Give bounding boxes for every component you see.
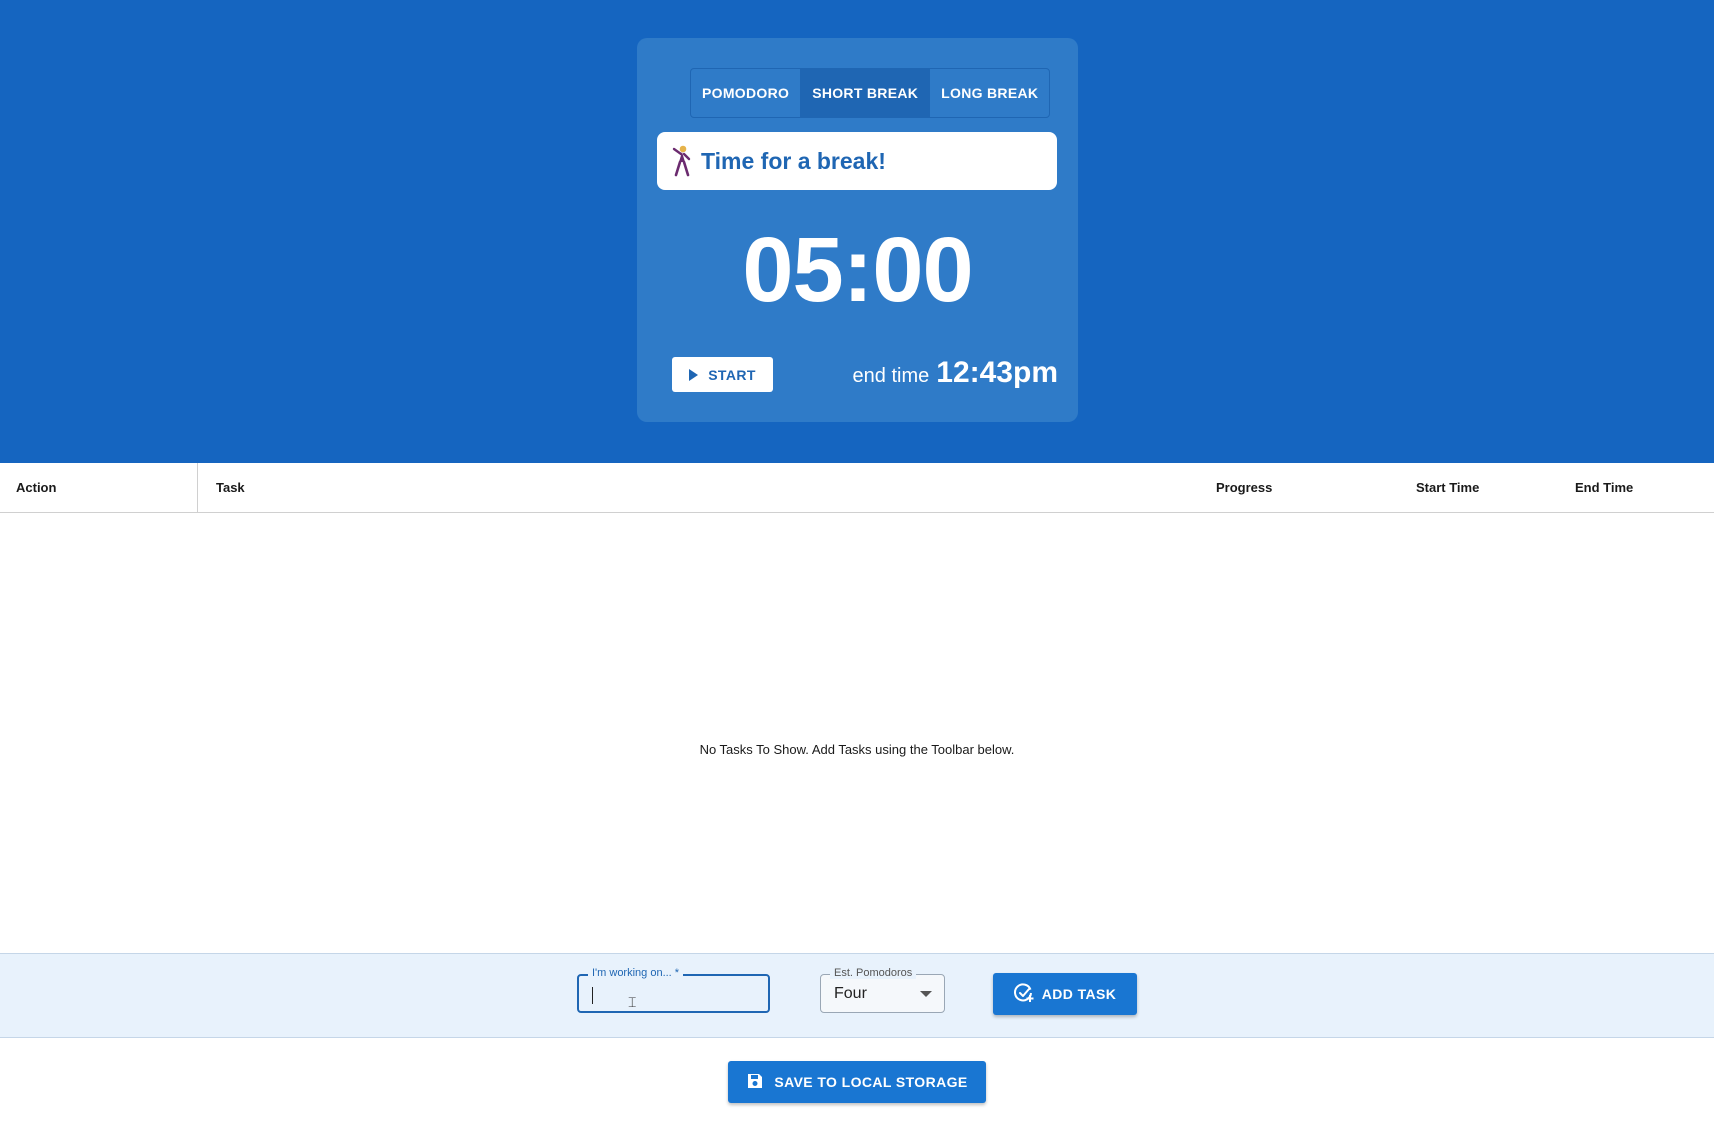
column-action: Action — [16, 480, 57, 495]
column-end-time: End Time — [1575, 480, 1634, 495]
column-divider[interactable] — [197, 463, 198, 512]
start-label: START — [708, 366, 756, 383]
start-button[interactable]: START — [672, 357, 773, 392]
est-pomodoros-label: Est. Pomodoros — [830, 967, 917, 979]
timer-card: POMODORO SHORT BREAK LONG BREAK Time for… — [637, 38, 1078, 422]
column-task: Task — [216, 480, 245, 495]
task-field-label: I'm working on... * — [588, 967, 684, 979]
mode-short-break-button[interactable]: SHORT BREAK — [801, 69, 931, 117]
est-pomodoros-select[interactable]: Est. Pomodoros Four — [820, 967, 945, 1013]
add-task-button[interactable]: ADD TASK — [993, 973, 1137, 1015]
save-label: SAVE TO LOCAL STORAGE — [774, 1074, 968, 1090]
dropdown-arrow-icon — [920, 991, 932, 997]
column-progress: Progress — [1216, 480, 1273, 495]
save-icon — [746, 1072, 764, 1093]
end-time: end time 12:43pm — [853, 356, 1058, 390]
save-to-local-storage-button[interactable]: SAVE TO LOCAL STORAGE — [728, 1061, 986, 1103]
est-pomodoros-value: Four — [834, 985, 867, 1002]
countdown-display: 05:00 — [742, 219, 973, 321]
task-field[interactable]: I'm working on... * ⌶ — [577, 967, 770, 1013]
break-message: Time for a break! — [701, 147, 886, 174]
mode-toggle-group: POMODORO SHORT BREAK LONG BREAK — [690, 68, 1051, 118]
ibeam-cursor-icon: ⌶ — [628, 994, 637, 1010]
end-time-label: end time — [852, 365, 930, 387]
mode-long-break-button[interactable]: LONG BREAK — [930, 69, 1049, 117]
text-caret — [592, 987, 593, 1004]
task-toolbar: I'm working on... * ⌶ Est. Pomodoros Fou… — [0, 953, 1714, 1038]
play-icon — [689, 368, 699, 381]
add-task-icon — [1013, 982, 1034, 1006]
task-table-header: Action Task Progress Start Time End Time — [0, 463, 1714, 513]
hero-banner: POMODORO SHORT BREAK LONG BREAK Time for… — [0, 0, 1714, 463]
task-input[interactable] — [591, 984, 760, 1006]
status-message: Time for a break! — [657, 132, 1057, 190]
empty-table-message: No Tasks To Show. Add Tasks using the To… — [699, 742, 1015, 757]
mode-pomodoro-button[interactable]: POMODORO — [691, 69, 802, 117]
column-start-time: Start Time — [1416, 480, 1480, 495]
add-task-label: ADD TASK — [1041, 986, 1117, 1002]
dancer-icon — [671, 145, 693, 177]
end-time-value: 12:43pm — [936, 356, 1058, 389]
